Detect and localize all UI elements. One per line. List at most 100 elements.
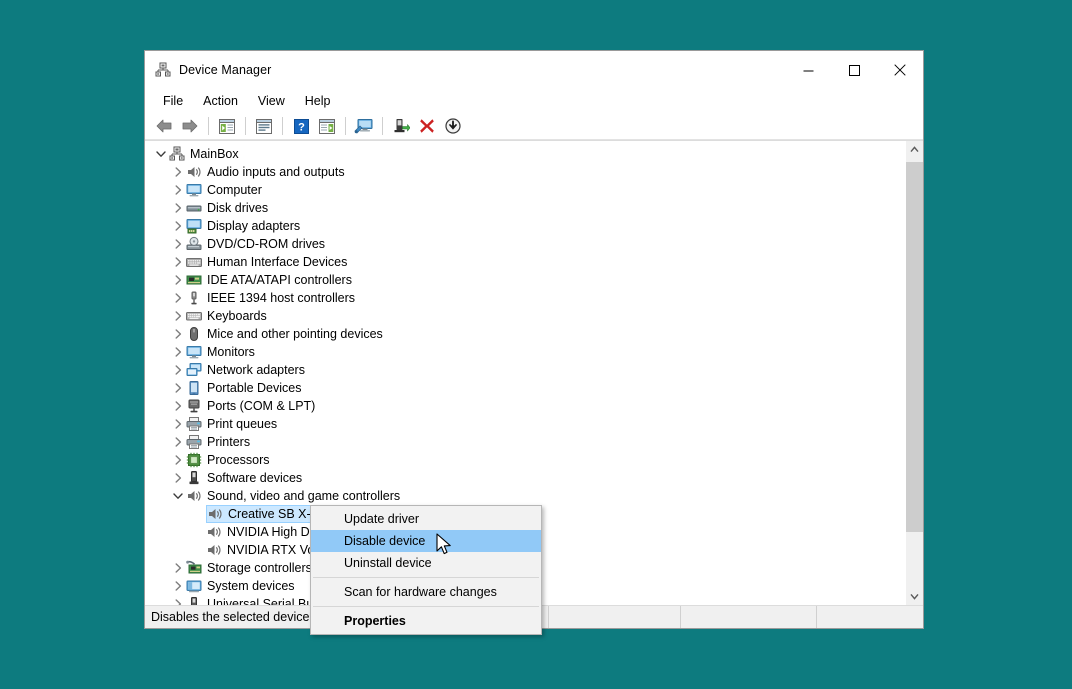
tree-row-content[interactable]: Human Interface Devices — [186, 253, 355, 271]
toolbar-separator — [345, 117, 346, 135]
scroll-up-button[interactable] — [906, 141, 923, 158]
chevron-right-icon[interactable] — [170, 254, 186, 270]
scrollbar-track[interactable] — [906, 158, 923, 588]
tree-row-content[interactable]: Storage controllers — [186, 559, 320, 577]
tree-row-content[interactable]: Disk drives — [186, 199, 276, 217]
minimize-button[interactable] — [785, 51, 831, 89]
tree-row[interactable]: MainBox — [145, 145, 905, 163]
tree-row[interactable]: Computer — [145, 181, 905, 199]
ctx-uninstall-device[interactable]: Uninstall device — [311, 552, 541, 574]
menu-file[interactable]: File — [153, 91, 193, 111]
tree-row[interactable]: Printers — [145, 433, 905, 451]
back-arrow-icon[interactable] — [151, 114, 177, 138]
chevron-down-icon[interactable] — [170, 488, 186, 504]
scan-computer-icon[interactable] — [351, 114, 377, 138]
chevron-right-icon[interactable] — [170, 308, 186, 324]
menu-view[interactable]: View — [248, 91, 295, 111]
tree-row[interactable]: Mice and other pointing devices — [145, 325, 905, 343]
chevron-right-icon[interactable] — [170, 362, 186, 378]
menu-help[interactable]: Help — [295, 91, 341, 111]
tree-row[interactable]: IEEE 1394 host controllers — [145, 289, 905, 307]
tree-row-content[interactable]: Processors — [186, 451, 278, 469]
menu-action[interactable]: Action — [193, 91, 248, 111]
tree-row[interactable]: Ports (COM & LPT) — [145, 397, 905, 415]
tree-row-content[interactable]: Software devices — [186, 469, 310, 487]
chevron-down-icon[interactable] — [153, 146, 169, 162]
tree-row-content[interactable]: Ports (COM & LPT) — [186, 397, 323, 415]
ctx-scan-hardware-changes[interactable]: Scan for hardware changes — [311, 581, 541, 603]
tree-row[interactable]: DVD/CD-ROM drives — [145, 235, 905, 253]
chevron-right-icon[interactable] — [170, 434, 186, 450]
tree-row-content[interactable]: Sound, video and game controllers — [186, 487, 408, 505]
ctx-properties[interactable]: Properties — [311, 610, 541, 632]
show-hide-action-pane-icon[interactable] — [314, 114, 340, 138]
chevron-right-icon[interactable] — [170, 560, 186, 576]
tree-row-content[interactable]: Printers — [186, 433, 258, 451]
chevron-right-icon[interactable] — [170, 398, 186, 414]
tree-row[interactable]: Print queues — [145, 415, 905, 433]
tree-row[interactable]: Display adapters — [145, 217, 905, 235]
chevron-right-icon[interactable] — [170, 596, 186, 605]
tree-row-content[interactable]: IDE ATA/ATAPI controllers — [186, 271, 360, 289]
show-hide-console-tree-icon[interactable] — [214, 114, 240, 138]
tree-row[interactable]: Portable Devices — [145, 379, 905, 397]
keyboard-icon — [186, 308, 202, 324]
chevron-right-icon[interactable] — [170, 290, 186, 306]
chevron-right-icon[interactable] — [170, 452, 186, 468]
tree-row-content[interactable]: Audio inputs and outputs — [186, 163, 353, 181]
chevron-right-icon[interactable] — [170, 218, 186, 234]
status-panel-3 — [681, 606, 817, 628]
optical-drive-icon — [186, 236, 202, 252]
chevron-right-icon[interactable] — [170, 236, 186, 252]
tree-row-content[interactable]: System devices — [186, 577, 303, 595]
tree-row-content[interactable]: Print queues — [186, 415, 285, 433]
tree-row-label: DVD/CD-ROM drives — [207, 237, 329, 251]
chevron-right-icon[interactable] — [170, 470, 186, 486]
twisty-spacer — [190, 506, 206, 522]
close-button[interactable] — [877, 51, 923, 89]
scrollbar-thumb[interactable] — [906, 162, 923, 532]
portable-device-icon — [186, 380, 202, 396]
tree-row[interactable]: Audio inputs and outputs — [145, 163, 905, 181]
tree-row[interactable]: Disk drives — [145, 199, 905, 217]
tree-row-content[interactable]: Computer — [186, 181, 270, 199]
properties-icon[interactable] — [251, 114, 277, 138]
disable-device-icon[interactable] — [440, 114, 466, 138]
uninstall-device-icon[interactable] — [414, 114, 440, 138]
chevron-right-icon[interactable] — [170, 182, 186, 198]
tree-row-content[interactable]: Network adapters — [186, 361, 313, 379]
chevron-right-icon[interactable] — [170, 380, 186, 396]
ctx-update-driver[interactable]: Update driver — [311, 508, 541, 530]
chevron-right-icon[interactable] — [170, 164, 186, 180]
tree-row-content[interactable]: Portable Devices — [186, 379, 310, 397]
tree-row-content[interactable]: Monitors — [186, 343, 263, 361]
ctx-disable-device[interactable]: Disable device — [311, 530, 541, 552]
printer-icon — [186, 434, 202, 450]
chevron-right-icon[interactable] — [170, 326, 186, 342]
tree-row[interactable]: Keyboards — [145, 307, 905, 325]
tree-row-content[interactable]: MainBox — [169, 145, 247, 163]
tree-row[interactable]: Sound, video and game controllers — [145, 487, 905, 505]
update-driver-icon[interactable] — [388, 114, 414, 138]
tree-row-content[interactable]: Keyboards — [186, 307, 275, 325]
chevron-right-icon[interactable] — [170, 272, 186, 288]
chevron-right-icon[interactable] — [170, 578, 186, 594]
vertical-scrollbar[interactable] — [905, 141, 923, 605]
tree-row[interactable]: Monitors — [145, 343, 905, 361]
maximize-button[interactable] — [831, 51, 877, 89]
chevron-right-icon[interactable] — [170, 344, 186, 360]
tree-row[interactable]: Processors — [145, 451, 905, 469]
tree-row[interactable]: Human Interface Devices — [145, 253, 905, 271]
forward-arrow-icon[interactable] — [177, 114, 203, 138]
tree-row[interactable]: Software devices — [145, 469, 905, 487]
help-icon[interactable]: ? — [288, 114, 314, 138]
tree-row-content[interactable]: DVD/CD-ROM drives — [186, 235, 333, 253]
tree-row-content[interactable]: Mice and other pointing devices — [186, 325, 391, 343]
tree-row[interactable]: IDE ATA/ATAPI controllers — [145, 271, 905, 289]
tree-row-content[interactable]: Display adapters — [186, 217, 308, 235]
chevron-right-icon[interactable] — [170, 416, 186, 432]
scroll-down-button[interactable] — [906, 588, 923, 605]
tree-row-content[interactable]: IEEE 1394 host controllers — [186, 289, 363, 307]
tree-row[interactable]: Network adapters — [145, 361, 905, 379]
chevron-right-icon[interactable] — [170, 200, 186, 216]
